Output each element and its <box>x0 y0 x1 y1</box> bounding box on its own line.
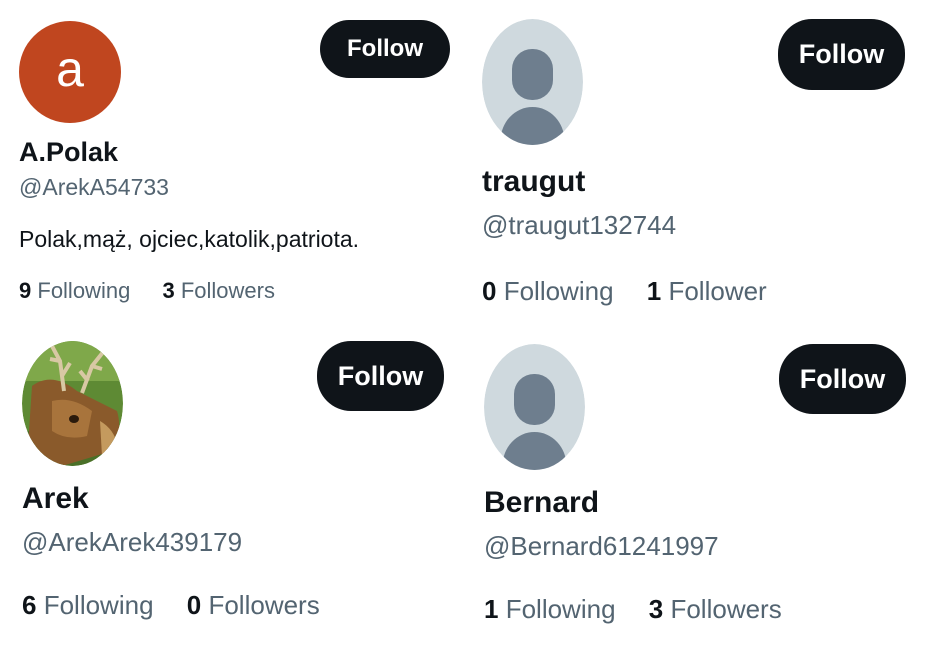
follow-stats: 6 Following 0 Followers <box>22 590 320 621</box>
following-label: Following <box>505 594 616 624</box>
following-stat[interactable]: 1 Following <box>484 594 616 624</box>
following-count: 1 <box>484 594 499 624</box>
user-card-traugut[interactable]: Follow traugut @traugut132744 0 Followin… <box>465 0 930 324</box>
user-handle[interactable]: @ArekA54733 <box>19 174 169 201</box>
display-name[interactable]: A.Polak <box>19 137 118 168</box>
user-card-bernard[interactable]: Follow Bernard @Bernard61241997 1 Follow… <box>465 324 930 648</box>
user-card-apolak[interactable]: a Follow A.Polak @ArekA54733 Polak,mąż, … <box>0 0 465 324</box>
deer-photo-icon[interactable] <box>22 341 123 466</box>
following-stat[interactable]: 9 Following <box>19 278 130 303</box>
followers-label: Followers <box>208 590 320 620</box>
followers-stat[interactable]: 1 Follower <box>647 276 767 306</box>
followers-stat[interactable]: 0 Followers <box>187 590 320 620</box>
default-avatar-graphic <box>482 19 583 145</box>
display-name[interactable]: traugut <box>482 165 585 199</box>
user-handle[interactable]: @ArekArek439179 <box>22 527 242 558</box>
followers-count: 0 <box>186 590 202 620</box>
following-stat[interactable]: 6 Following <box>22 590 154 620</box>
followers-label: Followers <box>180 278 275 303</box>
follow-button[interactable]: Follow <box>778 19 905 90</box>
followers-count: 3 <box>648 594 664 624</box>
followers-count: 1 <box>646 276 662 306</box>
follow-button[interactable]: Follow <box>320 20 450 78</box>
following-count: 6 <box>22 590 37 620</box>
display-name[interactable]: Bernard <box>484 486 599 520</box>
user-card-arek[interactable]: Follow Arek @ArekArek439179 6 Following … <box>0 324 465 648</box>
followers-label: Follower <box>668 276 767 306</box>
default-profile-icon[interactable] <box>484 344 585 470</box>
default-profile-icon[interactable] <box>482 19 583 145</box>
follow-button[interactable]: Follow <box>779 344 906 414</box>
follow-stats: 1 Following 3 Followers <box>484 594 782 625</box>
followers-label: Followers <box>670 594 782 624</box>
user-bio: Polak,mąż, ojciec,katolik,patriota. <box>19 226 360 252</box>
avatar-letter: a <box>56 41 84 97</box>
default-avatar-graphic <box>484 344 585 470</box>
following-label: Following <box>37 278 131 303</box>
follow-button[interactable]: Follow <box>317 341 444 411</box>
user-handle[interactable]: @traugut132744 <box>482 210 676 241</box>
following-label: Following <box>43 590 154 620</box>
following-count: 9 <box>19 278 32 303</box>
followers-count: 3 <box>162 278 175 303</box>
user-handle[interactable]: @Bernard61241997 <box>484 531 719 562</box>
follow-stats: 0 Following 1 Follower <box>482 276 767 307</box>
deer-photo-graphic <box>22 341 123 466</box>
followers-stat[interactable]: 3 Followers <box>649 594 782 624</box>
following-label: Following <box>503 276 614 306</box>
following-count: 0 <box>482 276 497 306</box>
following-stat[interactable]: 0 Following <box>482 276 614 306</box>
follow-stats: 9 Following 3 Followers <box>19 278 275 304</box>
display-name[interactable]: Arek <box>22 482 89 516</box>
avatar[interactable]: a <box>19 21 121 123</box>
followers-stat[interactable]: 3 Followers <box>162 278 275 303</box>
